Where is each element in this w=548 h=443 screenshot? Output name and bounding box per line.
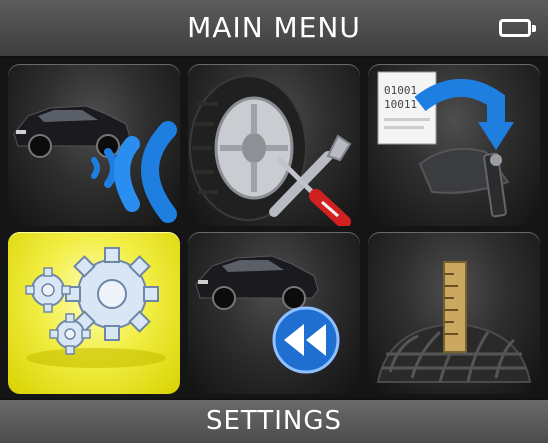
car-icon [13,105,131,158]
car-wireless-trigger-icon [13,105,177,223]
menu-tile-tread-depth[interactable] [368,232,540,394]
main-menu-grid: 01001 10011 [0,58,548,398]
tire-service-tools-icon [189,75,352,226]
status-bar: SETTINGS [0,398,548,443]
rewind-icon [272,306,340,374]
tpms-sensor-icon [418,147,510,218]
gear-small-top-icon [25,267,71,313]
tire-tread-depth-icon [376,261,532,383]
settings-gears-icon [25,247,166,368]
ruler-icon [443,261,467,353]
selected-item-label: SETTINGS [205,406,342,436]
menu-tile-trigger[interactable] [8,64,180,226]
page-title: MAIN MENU [187,11,361,44]
title-bar: MAIN MENU [0,0,548,58]
sensor-code-line-1: 01001 [384,84,417,97]
battery-icon [499,19,536,37]
sensor-programming-icon: 01001 10011 [377,71,514,218]
sensor-code-line-2: 10011 [384,98,417,111]
car-rewind-icon [195,255,340,374]
menu-tile-sensor-programming[interactable]: 01001 10011 [368,64,540,226]
menu-tile-tire-service[interactable] [188,64,360,226]
menu-tile-review[interactable] [188,232,360,394]
menu-tile-settings[interactable] [8,232,180,394]
car-icon [195,255,319,310]
